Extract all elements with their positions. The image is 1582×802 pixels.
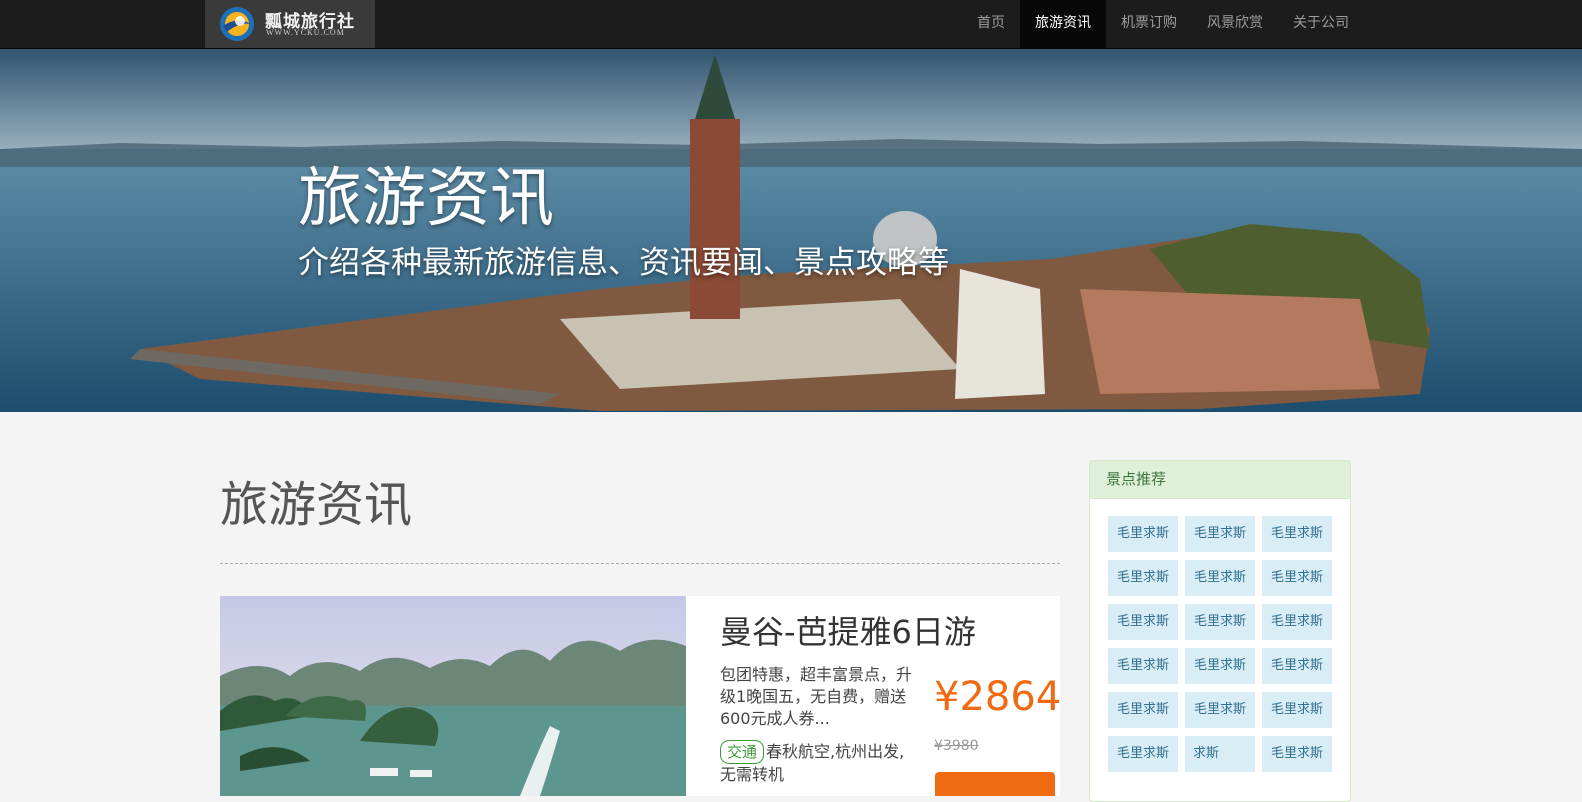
hero-subtitle: 介绍各种最新旅游信息、资讯要闻、景点攻略等 (298, 245, 949, 281)
brand-logo-link[interactable]: 瓢城旅行社 WWW.YCKU.COM (205, 0, 375, 48)
spot-link[interactable]: 毛里求斯 (1262, 604, 1332, 640)
main-nav: 首页 旅游资讯 机票订购 风景欣赏 关于公司 (962, 0, 1364, 48)
spot-link[interactable]: 毛里求斯 (1185, 648, 1255, 684)
spot-link[interactable]: 毛里求斯 (1108, 604, 1178, 640)
spot-link[interactable]: 求斯 (1185, 736, 1255, 772)
spot-link[interactable]: 毛里求斯 (1262, 648, 1332, 684)
recommended-spots-panel: 景点推荐 毛里求斯 毛里求斯 毛里求斯 毛里求斯 毛里求斯 毛里求斯 毛里求斯 … (1089, 460, 1351, 802)
spot-link[interactable]: 毛里求斯 (1262, 560, 1332, 596)
nav-home[interactable]: 首页 (962, 0, 1020, 48)
spot-link[interactable]: 毛里求斯 (1185, 692, 1255, 728)
spot-link[interactable]: 毛里求斯 (1108, 648, 1178, 684)
trip-card[interactable]: 曼谷-芭提雅6日游 包团特惠，超丰富景点，升级1晚国五，无自费，赠送600元成人… (220, 596, 1060, 796)
brand-url: WWW.YCKU.COM (266, 28, 345, 37)
spot-link[interactable]: 毛里求斯 (1185, 516, 1255, 552)
trip-price: ¥2864 (934, 674, 1060, 720)
trip-description: 包团特惠，超丰富景点，升级1晚国五，无自费，赠送600元成人券... (720, 665, 913, 728)
spot-link[interactable]: 毛里求斯 (1108, 516, 1178, 552)
nav-flight-booking[interactable]: 机票订购 (1106, 0, 1192, 48)
spot-link[interactable]: 毛里求斯 (1185, 604, 1255, 640)
hero-venice-image (0, 49, 1582, 412)
hero-banner: 旅游资讯 介绍各种最新旅游信息、资讯要闻、景点攻略等 (0, 49, 1582, 412)
transport-tag: 交通 (720, 740, 765, 764)
spot-link[interactable]: 毛里求斯 (1262, 736, 1332, 772)
trip-old-price: ¥3980 (934, 738, 979, 754)
nav-scenery[interactable]: 风景欣赏 (1192, 0, 1278, 48)
top-navbar: 瓢城旅行社 WWW.YCKU.COM 首页 旅游资讯 机票订购 风景欣赏 关于公… (0, 0, 1582, 49)
hero-title: 旅游资讯 (298, 162, 554, 236)
section-title: 旅游资讯 (220, 477, 413, 533)
panel-heading: 景点推荐 (1090, 461, 1350, 499)
book-button[interactable] (935, 772, 1055, 796)
spot-link[interactable]: 毛里求斯 (1262, 692, 1332, 728)
spot-link[interactable]: 毛里求斯 (1108, 560, 1178, 596)
trip-title[interactable]: 曼谷-芭提雅6日游 (720, 608, 976, 656)
globe-logo-icon (220, 7, 254, 41)
spot-link[interactable]: 毛里求斯 (1108, 692, 1178, 728)
nav-travel-news[interactable]: 旅游资讯 (1020, 0, 1106, 48)
nav-about[interactable]: 关于公司 (1278, 0, 1364, 48)
spot-link[interactable]: 毛里求斯 (1185, 560, 1255, 596)
spot-link[interactable]: 毛里求斯 (1108, 736, 1178, 772)
trip-photo (220, 596, 686, 796)
spots-grid: 毛里求斯 毛里求斯 毛里求斯 毛里求斯 毛里求斯 毛里求斯 毛里求斯 毛里求斯 … (1108, 516, 1338, 772)
spot-link[interactable]: 毛里求斯 (1262, 516, 1332, 552)
trip-transport: 交通 春秋航空,杭州出发,无需转机 (720, 740, 920, 786)
section-divider (220, 563, 1060, 564)
